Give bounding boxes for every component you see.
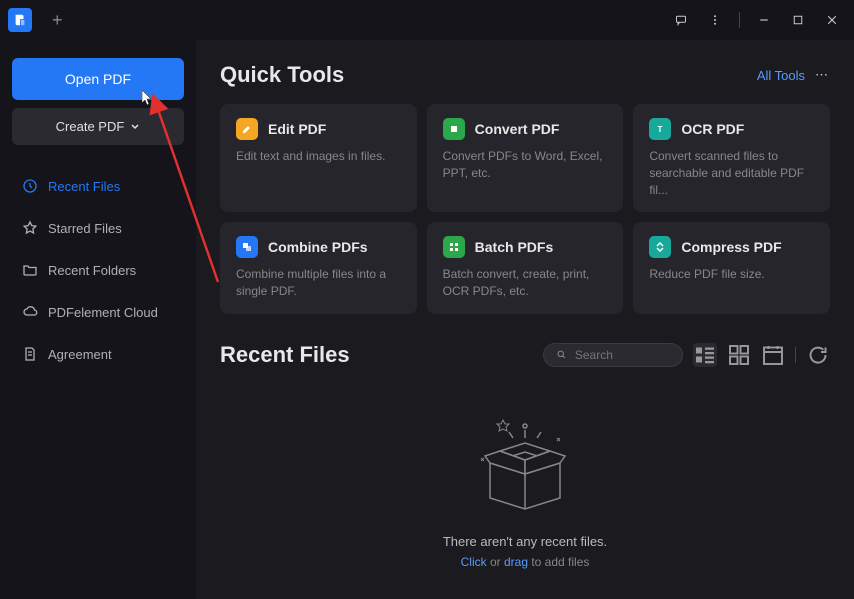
all-tools-label: All Tools [757, 68, 805, 83]
close-button[interactable] [818, 6, 846, 34]
tool-desc: Reduce PDF file size. [649, 266, 814, 283]
sidebar: Open PDF Create PDF Recent Files Starred… [0, 40, 196, 599]
separator [795, 347, 796, 363]
search-box[interactable] [543, 343, 683, 367]
tool-desc: Edit text and images in files. [236, 148, 401, 165]
new-tab-button[interactable]: + [44, 6, 71, 35]
tool-edit-pdf[interactable]: Edit PDF Edit text and images in files. [220, 104, 417, 212]
clock-icon [22, 178, 38, 194]
tool-desc: Batch convert, create, print, OCR PDFs, … [443, 266, 608, 300]
tool-desc: Convert PDFs to Word, Excel, PPT, etc. [443, 148, 608, 182]
tool-compress-pdf[interactable]: Compress PDF Reduce PDF file size. [633, 222, 830, 314]
click-link[interactable]: Click [461, 555, 487, 569]
quick-tools-header: Quick Tools All Tools ⋯ [220, 62, 830, 88]
open-pdf-button[interactable]: Open PDF [12, 58, 184, 100]
refresh-button[interactable] [806, 343, 830, 367]
view-calendar-button[interactable] [761, 343, 785, 367]
open-pdf-label: Open PDF [65, 71, 131, 87]
empty-state: There aren't any recent files. Click or … [220, 378, 830, 589]
maximize-button[interactable] [784, 6, 812, 34]
sidebar-item-recent-folders[interactable]: Recent Folders [12, 253, 184, 287]
sidebar-item-agreement[interactable]: Agreement [12, 337, 184, 371]
compress-icon [649, 236, 671, 258]
tool-name: OCR PDF [681, 121, 744, 137]
sidebar-item-starred-files[interactable]: Starred Files [12, 211, 184, 245]
cursor-icon [142, 90, 154, 106]
combine-icon [236, 236, 258, 258]
empty-box-icon [465, 408, 585, 518]
view-grid-button[interactable] [727, 343, 751, 367]
chat-icon[interactable] [667, 6, 695, 34]
app-logo[interactable] [8, 8, 32, 32]
tool-desc: Combine multiple files into a single PDF… [236, 266, 401, 300]
tool-name: Batch PDFs [475, 239, 554, 255]
sidebar-item-recent-files[interactable]: Recent Files [12, 169, 184, 203]
more-icon[interactable]: ⋯ [815, 67, 830, 83]
window-controls [667, 6, 846, 34]
tool-grid: Edit PDF Edit text and images in files. … [220, 104, 830, 314]
content: Quick Tools All Tools ⋯ Edit PDF Edit te… [196, 40, 854, 599]
edit-icon [236, 118, 258, 140]
main: Open PDF Create PDF Recent Files Starred… [0, 40, 854, 599]
convert-icon [443, 118, 465, 140]
ocr-icon: T [649, 118, 671, 140]
tool-name: Convert PDF [475, 121, 560, 137]
view-list-button[interactable] [693, 343, 717, 367]
recent-controls [543, 343, 830, 367]
titlebar-left: + [8, 6, 71, 35]
drag-link[interactable]: drag [504, 555, 528, 569]
recent-files-title: Recent Files [220, 342, 350, 368]
search-input[interactable] [575, 348, 670, 362]
titlebar: + [0, 0, 854, 40]
create-pdf-label: Create PDF [56, 119, 125, 134]
tool-desc: Convert scanned files to searchable and … [649, 148, 814, 198]
tool-name: Compress PDF [681, 239, 781, 255]
tool-convert-pdf[interactable]: Convert PDF Convert PDFs to Word, Excel,… [427, 104, 624, 212]
create-pdf-button[interactable]: Create PDF [12, 108, 184, 145]
star-icon [22, 220, 38, 236]
chevron-down-icon [130, 122, 140, 132]
tool-ocr-pdf[interactable]: T OCR PDF Convert scanned files to search… [633, 104, 830, 212]
nav-label: Agreement [48, 347, 112, 362]
search-icon [556, 348, 567, 361]
menu-icon[interactable] [701, 6, 729, 34]
empty-hint: Click or drag to add files [461, 555, 590, 569]
nav-label: PDFelement Cloud [48, 305, 158, 320]
nav-label: Starred Files [48, 221, 122, 236]
quick-tools-title: Quick Tools [220, 62, 344, 88]
folder-icon [22, 262, 38, 278]
sidebar-item-cloud[interactable]: PDFelement Cloud [12, 295, 184, 329]
tool-name: Combine PDFs [268, 239, 368, 255]
nav-label: Recent Folders [48, 263, 136, 278]
recent-files-header: Recent Files [220, 342, 830, 368]
document-icon [22, 346, 38, 362]
tool-batch-pdfs[interactable]: Batch PDFs Batch convert, create, print,… [427, 222, 624, 314]
nav-label: Recent Files [48, 179, 120, 194]
batch-icon [443, 236, 465, 258]
tool-combine-pdfs[interactable]: Combine PDFs Combine multiple files into… [220, 222, 417, 314]
separator [739, 12, 740, 28]
tool-name: Edit PDF [268, 121, 326, 137]
cloud-icon [22, 304, 38, 320]
empty-message: There aren't any recent files. [443, 534, 607, 549]
minimize-button[interactable] [750, 6, 778, 34]
all-tools-link[interactable]: All Tools ⋯ [757, 67, 830, 83]
svg-text:T: T [658, 125, 663, 134]
